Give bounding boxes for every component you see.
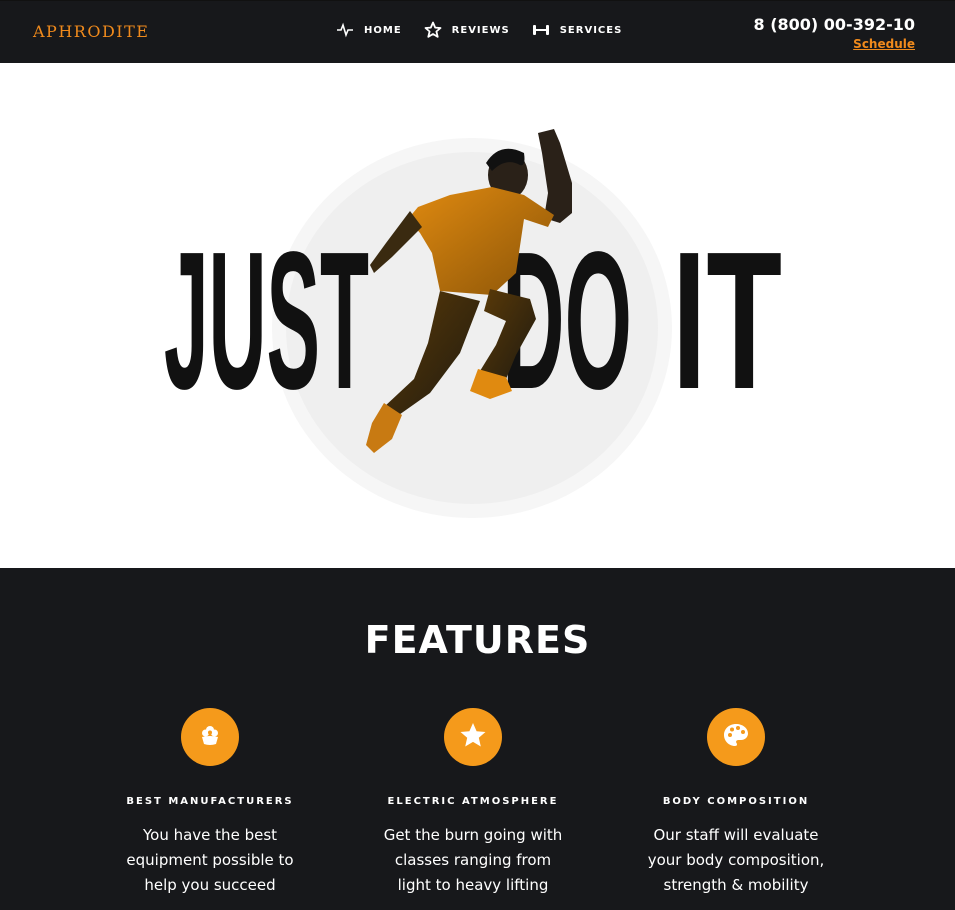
headline-it: IT	[672, 213, 782, 413]
nav-item-reviews[interactable]: REVIEWS	[424, 21, 510, 39]
feature-description: Our staff will evaluate your body compos…	[636, 823, 836, 898]
dumbbell-icon	[532, 21, 550, 39]
phone-number[interactable]: 8 (800) 00-392-10	[753, 15, 915, 34]
nav-label-home: HOME	[364, 24, 402, 36]
feature-line: your body composition,	[647, 851, 825, 869]
hero-section: JUST DO IT	[0, 63, 955, 568]
feature-line: equipment possible to	[126, 851, 294, 869]
feature-line: Get the burn going with	[383, 826, 563, 844]
site-header: APHRODITE HOME REVIEWS SERVICES 8 (800) …	[0, 1, 955, 63]
feature-badge	[181, 708, 239, 766]
schedule-link[interactable]: Schedule	[853, 37, 915, 51]
athlete-image	[310, 123, 600, 493]
nav-label-reviews: REVIEWS	[451, 24, 510, 36]
feature-badge	[444, 708, 502, 766]
main-nav: HOME REVIEWS SERVICES	[336, 21, 644, 39]
feature-description: You have the best equipment possible to …	[110, 823, 310, 898]
flower-icon	[197, 722, 223, 752]
feature-line: help you succeed	[144, 876, 276, 894]
feature-title: BODY COMPOSITION	[662, 796, 810, 807]
feature-badge	[707, 708, 765, 766]
heartbeat-icon	[336, 21, 354, 39]
feature-description: Get the burn going with classes ranging …	[373, 823, 573, 898]
feature-line: Our staff will evaluate	[653, 826, 819, 844]
star-outline-icon	[424, 21, 442, 39]
features-title: FEATURES	[364, 618, 591, 662]
feature-card: BEST MANUFACTURERS You have the best equ…	[110, 708, 310, 898]
feature-line: light to heavy lifting	[397, 876, 549, 894]
nav-label-services: SERVICES	[559, 24, 623, 36]
feature-title: ELECTRIC ATMOSPHERE	[387, 796, 559, 807]
feature-line: strength & mobility	[663, 876, 809, 894]
feature-title: BEST MANUFACTURERS	[126, 796, 294, 807]
feature-card: ELECTRIC ATMOSPHERE Get the burn going w…	[373, 708, 573, 898]
nav-item-services[interactable]: SERVICES	[532, 21, 623, 39]
features-section: FEATURES BEST MANUFACTURERS You have the…	[0, 568, 955, 910]
star-icon	[459, 721, 487, 753]
feature-line: classes ranging from	[394, 851, 552, 869]
feature-card: BODY COMPOSITION Our staff will evaluate…	[636, 708, 836, 898]
feature-line: You have the best	[142, 826, 278, 844]
nav-item-home[interactable]: HOME	[336, 21, 402, 39]
palette-icon	[722, 721, 750, 753]
logo[interactable]: APHRODITE	[33, 22, 149, 41]
